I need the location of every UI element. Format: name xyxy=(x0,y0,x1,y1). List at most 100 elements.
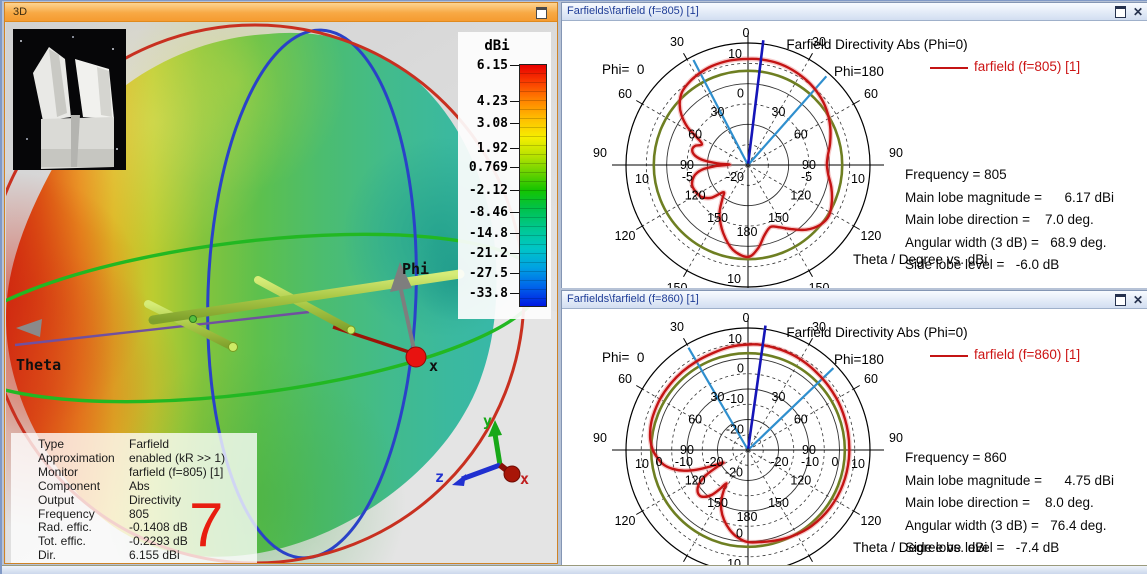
plot-label: -10 xyxy=(726,392,744,406)
farfield-860-window: Farfields\farfield (f=860) [1] ✕ 0 30 30 60… xyxy=(561,290,1147,574)
farfield-805-title: Farfields\farfield (f=805) [1] xyxy=(567,5,699,17)
plot-label: 60 xyxy=(618,372,632,386)
plot-label: 90 xyxy=(593,431,607,445)
farfield-805-window: Farfields\farfield (f=805) [1] ✕ 0 30 30 60… xyxy=(561,2,1147,288)
legend-line-swatch xyxy=(930,67,968,69)
plot-label: 60 xyxy=(618,87,632,101)
stat-line: Angular width (3 dB) = 68.9 deg. xyxy=(905,234,1107,250)
x-triad-label: x xyxy=(520,470,529,488)
axis-caption: Theta / Degree vs. dBi xyxy=(853,540,988,555)
plot-label: 90 xyxy=(593,146,607,160)
colorbar-tick-label: -33.8 xyxy=(468,286,508,301)
plot-label: 180 xyxy=(737,510,758,524)
plot-title: Farfield Directivity Abs (Phi=0) xyxy=(786,325,968,340)
plot-label: 10 xyxy=(727,272,741,286)
info-value: Abs xyxy=(129,478,150,493)
plot-label: 30 xyxy=(670,35,684,49)
antenna-model-photo xyxy=(13,29,126,170)
feed-point-marker xyxy=(189,315,197,323)
info-label: Monitor xyxy=(38,464,79,479)
colorbar-tick xyxy=(510,212,519,213)
info-row: Approximation enabled (kR >> 1) xyxy=(11,451,257,465)
colorbar-tick xyxy=(510,273,519,274)
plot-label: 120 xyxy=(685,189,706,203)
info-label: Tot. effic. xyxy=(38,534,86,549)
stat-line: Main lobe magnitude = 6.17 dBi xyxy=(905,189,1115,205)
farfield-860-titlebar[interactable]: Farfields\farfield (f=860) [1] ✕ xyxy=(562,291,1147,309)
colorbar-panel: dBi 6.15 4.23 3.08 1.92 0.769 -2.12 -8.46 -14.8… xyxy=(458,32,551,319)
3d-window-titlebar[interactable]: 3D xyxy=(5,3,557,22)
plot-label: -10 xyxy=(801,455,819,469)
3d-viewport[interactable]: Phi x Theta y z x dBi 6.15 4.23 3.08 1.9… xyxy=(6,22,557,563)
farfield-805-titlebar[interactable]: Farfields\farfield (f=805) [1] ✕ xyxy=(562,3,1147,21)
plot-label: 90 xyxy=(889,431,903,445)
plot-label: 150 xyxy=(809,281,830,288)
info-label: Dir. xyxy=(38,548,56,563)
plot-label: 10 xyxy=(851,457,865,471)
plot-label: 120 xyxy=(615,514,636,528)
angular-width-line xyxy=(747,367,835,451)
x-axis-label: x xyxy=(429,357,438,375)
plot-label: 120 xyxy=(685,474,706,488)
plot-label: 120 xyxy=(861,514,882,528)
close-icon[interactable]: ✕ xyxy=(1133,6,1143,18)
colorbar-tick-label: 4.23 xyxy=(476,94,508,109)
phi-180-label: Phi=180 xyxy=(834,352,884,367)
stat-line: Main lobe direction = 7.0 deg. xyxy=(905,212,1094,227)
info-label: Rad. effic. xyxy=(38,520,92,535)
legend-label: farfield (f=860) [1] xyxy=(974,347,1081,362)
plot-label: 120 xyxy=(861,229,882,243)
plot-label: 60 xyxy=(688,413,702,427)
plot-label: 0 xyxy=(737,87,744,101)
plot-label: 150 xyxy=(768,496,789,510)
phi-axis-label: Phi xyxy=(402,260,429,278)
plot-label: 0 xyxy=(737,362,744,376)
plot-label: 120 xyxy=(615,229,636,243)
x-axis-ball xyxy=(405,346,427,368)
plot-title: Farfield Directivity Abs (Phi=0) xyxy=(786,37,968,52)
colorbar-tick xyxy=(510,123,519,124)
plot-label: -5 xyxy=(682,170,693,184)
plot-label: 10 xyxy=(635,457,649,471)
plot-label: 120 xyxy=(790,474,811,488)
plot-label: 180 xyxy=(737,225,758,239)
plot-label: -20 xyxy=(725,466,743,480)
restore-icon[interactable] xyxy=(1114,294,1126,306)
colorbar-gradient xyxy=(519,64,547,307)
plot-label: 150 xyxy=(707,496,728,510)
colorbar-tick xyxy=(510,148,519,149)
plot-label: 60 xyxy=(794,128,808,142)
farfield-805-plot-area[interactable]: 0303060609090120120150150180303060609090… xyxy=(562,21,1147,288)
rod-end-cap xyxy=(346,325,356,335)
info-value: enabled (kR >> 1) xyxy=(129,450,226,465)
restore-icon[interactable] xyxy=(536,7,547,19)
info-value: Directivity xyxy=(129,492,182,507)
restore-icon[interactable] xyxy=(1114,6,1126,18)
plot-label: 0 xyxy=(832,455,839,469)
info-row: Monitor farfield (f=805) [1] xyxy=(11,465,257,479)
colorbar-tick-label: -21.2 xyxy=(468,246,508,261)
z-axis-label: z xyxy=(435,468,444,486)
farfield-860-plot-area[interactable]: 0303060609090120120150150180303060609090… xyxy=(562,309,1147,574)
info-label: Component xyxy=(38,478,101,493)
3d-view-window: 3D Phi x Theta y z x dBi 6.15 4.23 3.08 … xyxy=(4,2,558,564)
colorbar-tick-label: -2.12 xyxy=(468,183,508,198)
colorbar-tick xyxy=(510,101,519,102)
info-value: 805 xyxy=(129,506,150,521)
plot-label: 30 xyxy=(772,390,786,404)
plot-label: 150 xyxy=(707,211,728,225)
plot-label: 30 xyxy=(711,390,725,404)
close-icon[interactable]: ✕ xyxy=(1133,294,1143,306)
plot-label: -20 xyxy=(726,423,744,437)
colorbar-tick xyxy=(510,167,519,168)
plot-label: 150 xyxy=(667,281,688,288)
info-label: Frequency xyxy=(38,506,95,521)
theta-axis-label: Theta xyxy=(16,356,61,374)
plot-label: 120 xyxy=(790,189,811,203)
info-label: Output xyxy=(38,492,75,507)
rod-end-cap xyxy=(228,342,238,352)
colorbar-title: dBi xyxy=(484,38,510,54)
colorbar-tick-label: 6.15 xyxy=(476,58,508,73)
stat-line: Main lobe magnitude = 4.75 dBi xyxy=(905,472,1115,488)
application-workspace: 3D Phi x Theta y z x dBi 6.15 4.23 3.08 … xyxy=(0,0,1147,574)
